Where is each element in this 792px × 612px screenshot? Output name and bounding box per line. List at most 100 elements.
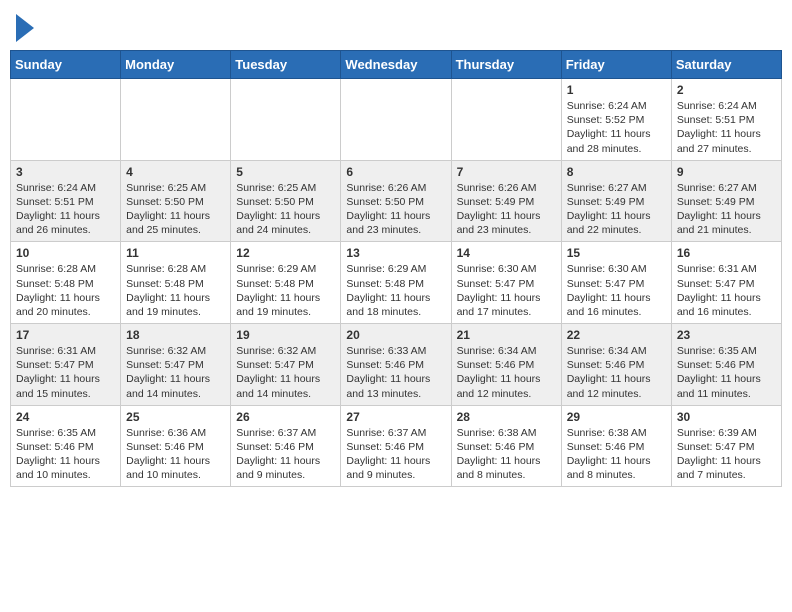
day-number: 13 [346, 246, 445, 260]
day-number: 23 [677, 328, 776, 342]
calendar-empty [11, 79, 121, 161]
calendar-week-row: 1 Sunrise: 6:24 AMSunset: 5:52 PMDaylight… [11, 79, 782, 161]
calendar-day-29: 29Sunrise: 6:38 AMSunset: 5:46 PMDayligh… [561, 405, 671, 487]
day-info: Sunrise: 6:27 AMSunset: 5:49 PMDaylight:… [567, 181, 666, 238]
calendar-week-row: 3Sunrise: 6:24 AMSunset: 5:51 PMDaylight… [11, 160, 782, 242]
calendar-week-row: 24 Sunrise: 6:35 AMSunset: 5:46 PMDayligh… [11, 405, 782, 487]
calendar-day-23: 23 Sunrise: 6:35 AMSunset: 5:46 PMDayligh… [671, 324, 781, 406]
day-number: 26 [236, 410, 335, 424]
calendar-day-10: 10Sunrise: 6:28 AMSunset: 5:48 PMDayligh… [11, 242, 121, 324]
day-info: Sunrise: 6:31 AMSunset: 5:47 PMDaylight:… [16, 344, 115, 401]
day-info: Sunrise: 6:35 AMSunset: 5:46 PMDaylight:… [16, 426, 115, 483]
day-info: Sunrise: 6:24 AMSunset: 5:52 PMDaylight:… [567, 99, 666, 156]
calendar-day-30: 30Sunrise: 6:39 AMSunset: 5:47 PMDayligh… [671, 405, 781, 487]
day-number: 9 [677, 165, 776, 179]
day-number: 25 [126, 410, 225, 424]
calendar-day-19: 19 Sunrise: 6:32 AMSunset: 5:47 PMDayligh… [231, 324, 341, 406]
calendar-day-5: 5 Sunrise: 6:25 AMSunset: 5:50 PMDaylight… [231, 160, 341, 242]
day-info: Sunrise: 6:36 AMSunset: 5:46 PMDaylight:… [126, 426, 225, 483]
col-header-saturday: Saturday [671, 51, 781, 79]
calendar-day-13: 13 Sunrise: 6:29 AMSunset: 5:48 PMDayligh… [341, 242, 451, 324]
day-info: Sunrise: 6:34 AMSunset: 5:46 PMDaylight:… [567, 344, 666, 401]
day-info: Sunrise: 6:32 AMSunset: 5:47 PMDaylight:… [236, 344, 335, 401]
day-number: 17 [16, 328, 115, 342]
day-number: 6 [346, 165, 445, 179]
day-number: 5 [236, 165, 335, 179]
page-header [10, 10, 782, 42]
day-number: 1 [567, 83, 666, 97]
day-number: 12 [236, 246, 335, 260]
day-number: 15 [567, 246, 666, 260]
calendar-day-26: 26 Sunrise: 6:37 AMSunset: 5:46 PMDayligh… [231, 405, 341, 487]
calendar-day-22: 22 Sunrise: 6:34 AMSunset: 5:46 PMDayligh… [561, 324, 671, 406]
day-info: Sunrise: 6:28 AMSunset: 5:48 PMDaylight:… [126, 262, 225, 319]
day-number: 22 [567, 328, 666, 342]
calendar-day-11: 11Sunrise: 6:28 AMSunset: 5:48 PMDayligh… [121, 242, 231, 324]
calendar-day-6: 6 Sunrise: 6:26 AMSunset: 5:50 PMDaylight… [341, 160, 451, 242]
day-number: 29 [567, 410, 666, 424]
day-number: 16 [677, 246, 776, 260]
day-number: 18 [126, 328, 225, 342]
calendar-day-27: 27 Sunrise: 6:37 AMSunset: 5:46 PMDayligh… [341, 405, 451, 487]
calendar-day-20: 20 Sunrise: 6:33 AMSunset: 5:46 PMDayligh… [341, 324, 451, 406]
calendar-empty [231, 79, 341, 161]
calendar-day-2: 2 Sunrise: 6:24 AMSunset: 5:51 PMDaylight… [671, 79, 781, 161]
calendar-day-9: 9 Sunrise: 6:27 AMSunset: 5:49 PMDaylight… [671, 160, 781, 242]
day-info: Sunrise: 6:25 AMSunset: 5:50 PMDaylight:… [236, 181, 335, 238]
calendar-day-25: 25 Sunrise: 6:36 AMSunset: 5:46 PMDayligh… [121, 405, 231, 487]
col-header-monday: Monday [121, 51, 231, 79]
calendar-day-15: 15 Sunrise: 6:30 AMSunset: 5:47 PMDayligh… [561, 242, 671, 324]
calendar-day-8: 8 Sunrise: 6:27 AMSunset: 5:49 PMDaylight… [561, 160, 671, 242]
day-number: 14 [457, 246, 556, 260]
day-number: 21 [457, 328, 556, 342]
calendar-table: SundayMondayTuesdayWednesdayThursdayFrid… [10, 50, 782, 487]
day-info: Sunrise: 6:30 AMSunset: 5:47 PMDaylight:… [567, 262, 666, 319]
calendar-day-4: 4Sunrise: 6:25 AMSunset: 5:50 PMDaylight… [121, 160, 231, 242]
day-info: Sunrise: 6:27 AMSunset: 5:49 PMDaylight:… [677, 181, 776, 238]
calendar-day-7: 7 Sunrise: 6:26 AMSunset: 5:49 PMDaylight… [451, 160, 561, 242]
calendar-empty [341, 79, 451, 161]
day-info: Sunrise: 6:29 AMSunset: 5:48 PMDaylight:… [346, 262, 445, 319]
day-info: Sunrise: 6:29 AMSunset: 5:48 PMDaylight:… [236, 262, 335, 319]
day-info: Sunrise: 6:35 AMSunset: 5:46 PMDaylight:… [677, 344, 776, 401]
calendar-day-21: 21 Sunrise: 6:34 AMSunset: 5:46 PMDayligh… [451, 324, 561, 406]
day-number: 19 [236, 328, 335, 342]
day-info: Sunrise: 6:37 AMSunset: 5:46 PMDaylight:… [346, 426, 445, 483]
calendar-day-18: 18 Sunrise: 6:32 AMSunset: 5:47 PMDayligh… [121, 324, 231, 406]
col-header-friday: Friday [561, 51, 671, 79]
calendar-day-24: 24 Sunrise: 6:35 AMSunset: 5:46 PMDayligh… [11, 405, 121, 487]
day-info: Sunrise: 6:37 AMSunset: 5:46 PMDaylight:… [236, 426, 335, 483]
col-header-wednesday: Wednesday [341, 51, 451, 79]
calendar-day-12: 12 Sunrise: 6:29 AMSunset: 5:48 PMDayligh… [231, 242, 341, 324]
day-info: Sunrise: 6:34 AMSunset: 5:46 PMDaylight:… [457, 344, 556, 401]
day-info: Sunrise: 6:24 AMSunset: 5:51 PMDaylight:… [677, 99, 776, 156]
calendar-day-28: 28 Sunrise: 6:38 AMSunset: 5:46 PMDayligh… [451, 405, 561, 487]
day-info: Sunrise: 6:26 AMSunset: 5:49 PMDaylight:… [457, 181, 556, 238]
calendar-header-row: SundayMondayTuesdayWednesdayThursdayFrid… [11, 51, 782, 79]
col-header-sunday: Sunday [11, 51, 121, 79]
day-number: 2 [677, 83, 776, 97]
calendar-empty [121, 79, 231, 161]
day-info: Sunrise: 6:26 AMSunset: 5:50 PMDaylight:… [346, 181, 445, 238]
day-number: 28 [457, 410, 556, 424]
day-info: Sunrise: 6:33 AMSunset: 5:46 PMDaylight:… [346, 344, 445, 401]
day-number: 8 [567, 165, 666, 179]
calendar-day-16: 16 Sunrise: 6:31 AMSunset: 5:47 PMDayligh… [671, 242, 781, 324]
day-info: Sunrise: 6:30 AMSunset: 5:47 PMDaylight:… [457, 262, 556, 319]
col-header-thursday: Thursday [451, 51, 561, 79]
calendar-day-14: 14 Sunrise: 6:30 AMSunset: 5:47 PMDayligh… [451, 242, 561, 324]
day-number: 7 [457, 165, 556, 179]
calendar-day-1: 1 Sunrise: 6:24 AMSunset: 5:52 PMDaylight… [561, 79, 671, 161]
day-number: 20 [346, 328, 445, 342]
day-info: Sunrise: 6:38 AMSunset: 5:46 PMDaylight:… [457, 426, 556, 483]
day-info: Sunrise: 6:28 AMSunset: 5:48 PMDaylight:… [16, 262, 115, 319]
calendar-empty [451, 79, 561, 161]
day-info: Sunrise: 6:32 AMSunset: 5:47 PMDaylight:… [126, 344, 225, 401]
day-info: Sunrise: 6:25 AMSunset: 5:50 PMDaylight:… [126, 181, 225, 238]
day-info: Sunrise: 6:39 AMSunset: 5:47 PMDaylight:… [677, 426, 776, 483]
day-number: 24 [16, 410, 115, 424]
day-info: Sunrise: 6:31 AMSunset: 5:47 PMDaylight:… [677, 262, 776, 319]
day-number: 27 [346, 410, 445, 424]
calendar-week-row: 10Sunrise: 6:28 AMSunset: 5:48 PMDayligh… [11, 242, 782, 324]
logo-arrow-icon [16, 14, 34, 42]
